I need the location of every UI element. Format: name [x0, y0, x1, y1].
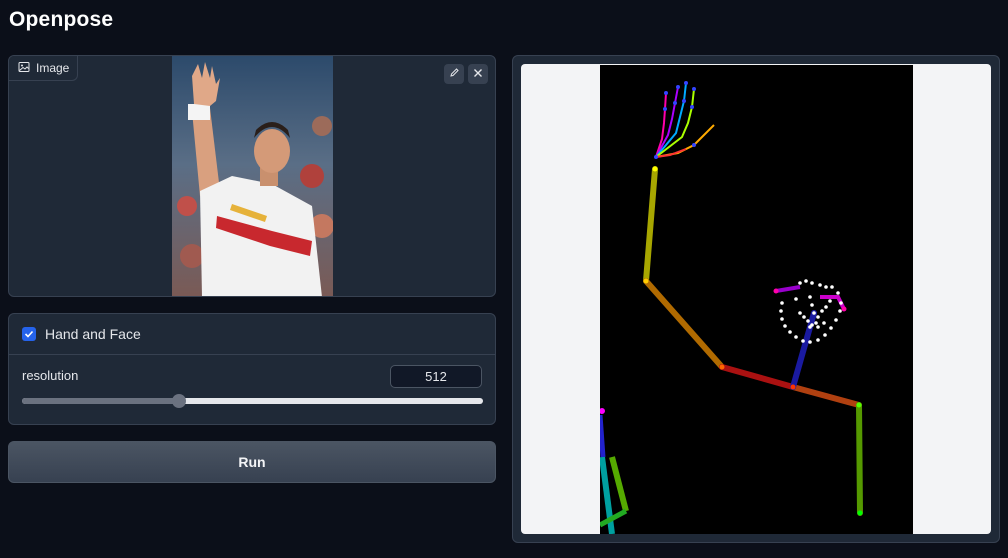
resolution-slider[interactable] — [22, 394, 483, 408]
page-title: Openpose — [9, 8, 114, 31]
checkmark-icon — [24, 330, 34, 338]
image-icon — [18, 61, 30, 76]
image-label-tag: Image — [9, 56, 79, 81]
output-image-area — [521, 64, 991, 534]
edit-image-button[interactable] — [444, 64, 464, 84]
hand-face-checkbox[interactable] — [22, 327, 36, 341]
uploaded-photo — [172, 56, 333, 296]
hand-face-option[interactable]: Hand and Face — [22, 326, 141, 342]
run-button[interactable]: Run — [8, 441, 496, 483]
controls-panel: Hand and Face resolution 512 — [8, 313, 496, 425]
resolution-label: resolution — [22, 368, 79, 383]
divider — [9, 354, 495, 355]
clear-image-button[interactable] — [468, 64, 488, 84]
close-icon — [473, 65, 483, 83]
hand-face-label: Hand and Face — [45, 326, 141, 342]
slider-thumb[interactable] — [171, 394, 186, 408]
pencil-icon — [449, 65, 460, 83]
output-panel — [512, 55, 1000, 543]
slider-fill — [22, 398, 179, 404]
image-input-panel: Image — [8, 55, 496, 297]
image-label-text: Image — [36, 61, 70, 75]
resolution-number-input[interactable]: 512 — [390, 365, 482, 388]
openpose-result-image — [600, 65, 913, 534]
